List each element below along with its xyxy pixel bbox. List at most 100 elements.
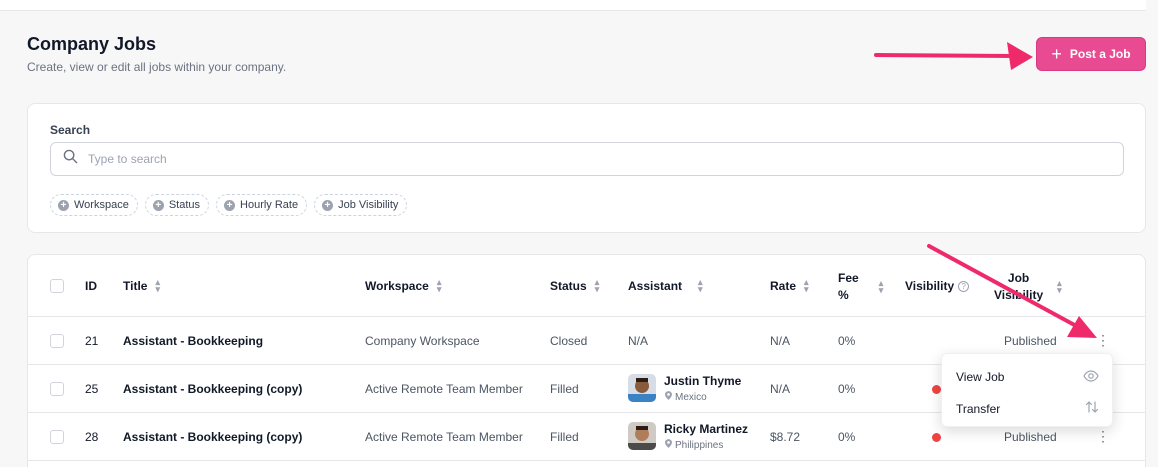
menu-item-label: View Job [956,370,1005,384]
table-header: ID Title ▴ ▾ Workspace ▴ ▾ Status ▴ ▾ Assistan… [28,255,1145,317]
select-all-checkbox[interactable] [50,279,64,293]
column-label: Assistant [628,279,683,293]
column-header-job-visibility[interactable]: Job Visibility ▴ ▾ [994,270,1062,304]
column-label: Status [550,279,587,293]
row-rate: N/A [770,382,791,396]
avatar [628,422,656,450]
filter-chip-workspace[interactable]: + Workspace [50,194,138,216]
sort-icon[interactable]: ▴ ▾ [155,278,160,294]
column-header-assistant[interactable]: Assistant ▴ ▾ [628,278,703,294]
row-rate: $8.72 [770,430,801,444]
add-filter-icon: + [224,199,236,211]
column-label: % [838,288,849,302]
location-pin-icon [665,391,672,403]
column-header-workspace[interactable]: Workspace ▴ ▾ [365,278,442,294]
assistant-location: Mexico [665,391,707,403]
row-checkbox[interactable] [50,382,64,396]
row-title[interactable]: Assistant - Bookkeeping (copy) [123,382,302,396]
filter-chip-status[interactable]: + Status [144,194,210,216]
row-workspace: Company Workspace [365,334,480,348]
page-subtitle: Create, view or edit all jobs within you… [27,60,287,74]
add-filter-icon: + [322,199,334,211]
column-label: Rate [770,279,797,293]
filter-chip-label: Workspace [74,199,129,211]
column-label: Workspace [365,279,429,293]
assistant-name[interactable]: Justin Thyme [664,374,741,388]
search-field[interactable] [50,142,1124,176]
plus-icon: + [1051,44,1062,64]
assistant-name[interactable]: Ricky Martinez [664,422,748,436]
avatar [628,374,656,402]
filter-chip-label: Hourly Rate [240,199,299,211]
post-job-label: Post a Job [1069,47,1131,61]
help-icon[interactable]: ? [958,280,970,292]
row-job-visibility: Published [1004,430,1057,444]
assistant-location: Philippines [665,439,723,451]
more-actions-icon[interactable]: ⋮ [1096,332,1110,348]
filter-chip-hourly-rate[interactable]: + Hourly Rate [216,194,308,216]
row-checkbox[interactable] [50,334,64,348]
column-header-status[interactable]: Status ▴ ▾ [550,278,600,294]
eye-icon [1083,369,1099,387]
row-workspace: Active Remote Team Member [365,430,523,444]
more-actions-icon[interactable]: ⋮ [1096,428,1110,444]
page-title: Company Jobs [27,34,157,54]
add-filter-icon: + [58,199,69,211]
column-label: Job [1007,271,1030,285]
row-id: 21 [85,334,99,348]
row-fee: 0% [838,430,856,444]
menu-item-label: Transfer [956,402,1001,416]
column-label: ID [85,279,97,293]
filter-chip-label: Job Visibility [338,199,399,211]
column-label: Visibility [905,279,955,293]
search-label: Search [50,123,91,137]
column-header-rate[interactable]: Rate ▴ ▾ [770,278,809,294]
sort-icon[interactable]: ▴ ▾ [879,279,884,295]
row-title[interactable]: Assistant - Bookkeeping (copy) [123,430,302,444]
menu-item-transfer[interactable]: Transfer [956,402,1000,416]
row-status: Filled [550,430,579,444]
row-fee: 0% [838,334,856,348]
sort-icon[interactable]: ▴ ▾ [804,278,809,294]
row-job-visibility: Published [1004,334,1057,348]
visibility-status-dot [932,433,941,442]
column-label: Title [123,279,148,293]
filter-chip-label: Status [168,199,201,211]
row-workspace: Active Remote Team Member [365,382,523,396]
location-text: Mexico [675,391,707,403]
add-filter-icon: + [152,199,164,211]
search-icon [63,149,78,169]
arrow-to-post-job [874,42,1033,70]
row-title[interactable]: Assistant - Bookkeeping [123,334,263,348]
search-panel: Search + Workspace + Status + Hourly Rate +… [27,103,1146,233]
column-header-visibility: Visibility? [905,279,970,293]
sort-icon[interactable]: ▴ ▾ [1057,279,1062,295]
column-header-fee[interactable]: Fee% ▴ ▾ [838,270,883,304]
search-input[interactable] [88,152,988,166]
row-status: Filled [550,382,579,396]
row-assistant: N/A [628,334,649,348]
row-id: 28 [85,430,99,444]
filter-chip-job-visibility[interactable]: + Job Visibility [314,194,408,216]
column-label: Fee [838,271,859,285]
column-label-group: Fee% [838,270,859,304]
swap-vertical-icon [1085,400,1099,419]
row-fee: 0% [838,382,856,396]
row-id: 25 [85,382,99,396]
location-text: Philippines [675,439,724,451]
column-header-title[interactable]: Title ▴ ▾ [123,278,160,294]
row-status: Closed [550,334,588,348]
column-label-group: Job Visibility [994,270,1043,304]
menu-item-view-job[interactable]: View Job [956,370,1004,384]
post-job-button[interactable]: + Post a Job [1036,37,1146,71]
sort-icon[interactable]: ▴ ▾ [698,278,703,294]
row-actions-menu: View Job Transfer [941,353,1113,427]
column-label: Visibility [994,288,1044,302]
top-bar [0,0,1146,11]
sort-icon[interactable]: ▴ ▾ [595,278,600,294]
row-checkbox[interactable] [50,430,64,444]
location-pin-icon [665,439,672,451]
row-rate: N/A [770,334,791,348]
sort-icon[interactable]: ▴ ▾ [437,278,442,294]
visibility-status-dot [932,385,941,394]
